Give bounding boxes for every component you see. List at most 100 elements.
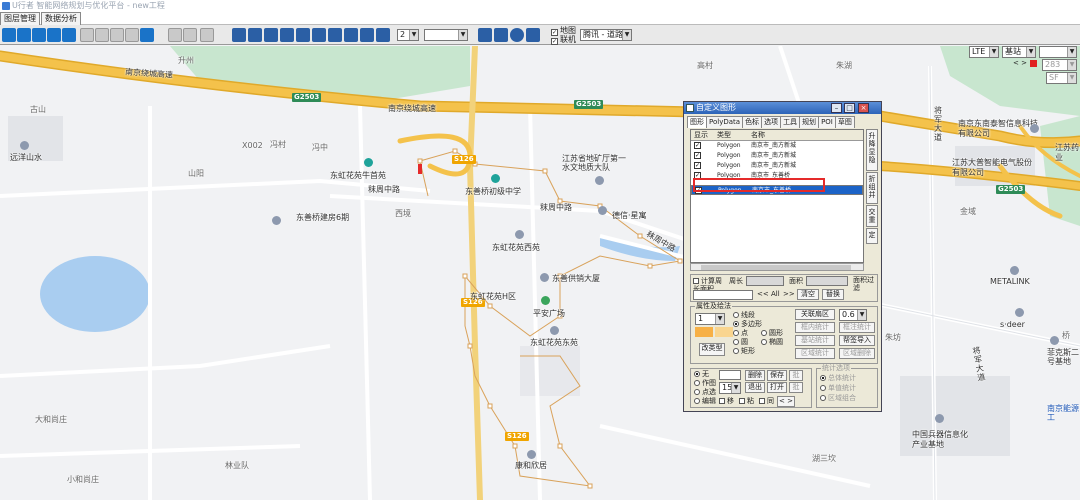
export-icon[interactable] [526, 28, 540, 42]
header-type[interactable]: 类型 [717, 130, 731, 140]
tab-options[interactable]: 选项 [761, 116, 782, 128]
radio-line[interactable]: 线段 [733, 311, 755, 320]
exit-button[interactable]: 退出 [745, 382, 765, 393]
zoom-out-icon[interactable] [344, 28, 358, 42]
cell-tool-icon[interactable] [47, 28, 61, 42]
area-field[interactable] [806, 276, 848, 286]
wifi-tool-icon[interactable] [17, 28, 31, 42]
intersect-button[interactable]: 交重 [866, 205, 878, 227]
locate-button[interactable]: 定 [866, 228, 878, 244]
close-icon[interactable]: × [858, 103, 869, 113]
map-canvas[interactable]: G2503 G2503 G2503 S126 S126 S126 南京绕城高速 … [0, 46, 1080, 500]
dialog-title-bar[interactable]: 自定义图形 – □ × [684, 102, 881, 114]
radio-rect[interactable]: 矩形 [733, 347, 755, 356]
measure-icon[interactable] [264, 28, 278, 42]
layers-icon[interactable] [183, 28, 197, 42]
map-icon[interactable] [296, 28, 310, 42]
link-sector-button[interactable]: 关联扇区 [795, 309, 835, 320]
zoom-window-icon[interactable] [312, 28, 326, 42]
info-icon[interactable] [510, 28, 524, 42]
tab-poi[interactable]: POI [818, 116, 836, 128]
map-source-select[interactable]: 腾讯 - 道路 ▼ [580, 29, 632, 41]
site-stat-button[interactable]: 基站统计 [795, 335, 835, 346]
tab-layer-manager[interactable]: 图层管理 [0, 12, 40, 25]
visibility-checkbox[interactable]: ✓ [694, 162, 701, 169]
shape-list-grid[interactable]: 显示 类型 名称 ✓ Polygon 南京市_南方新城 ✓ Polygon 南京… [690, 129, 864, 263]
change-type-button[interactable]: 改类型 [699, 343, 725, 356]
tab-color-scale[interactable]: 色标 [742, 116, 763, 128]
tab-polydata[interactable]: PolyData [706, 116, 744, 128]
move-left-arrows[interactable]: << [757, 290, 769, 299]
nav-arrows[interactable]: < > [1013, 59, 1027, 68]
radio-edit[interactable]: 编辑 [694, 397, 716, 406]
radio-ellipse[interactable]: 椭圆 [761, 338, 783, 347]
zoom-select[interactable]: 2 ▼ [397, 29, 419, 41]
same-checkbox[interactable]: 同 [759, 397, 774, 406]
blank-select[interactable]: ▼ [424, 29, 468, 41]
table-row[interactable]: ✓ Polygon 南京市_南方新城 [691, 141, 863, 151]
fill-color-swatch[interactable] [695, 327, 713, 337]
maximize-icon[interactable]: □ [844, 103, 855, 113]
split-merge-button[interactable]: 折组并 [866, 172, 878, 204]
clear-button[interactable]: 清空 [797, 289, 819, 300]
region-delete-button[interactable]: 区域删除 [839, 348, 875, 359]
sf-select[interactable]: SF ▼ [1046, 72, 1077, 84]
batch-button-2[interactable]: 批 [789, 382, 803, 393]
tab-data-analysis[interactable]: 数据分析 [41, 12, 81, 25]
frame-note-button[interactable]: 框注统计 [839, 322, 875, 333]
scroll-thumb[interactable] [701, 265, 851, 270]
header-name[interactable]: 名称 [751, 130, 765, 140]
line-color-swatch[interactable] [715, 327, 733, 337]
refresh-icon[interactable] [376, 28, 390, 42]
save-button[interactable]: 保存 [767, 370, 787, 381]
perimeter-field[interactable] [746, 276, 784, 286]
horizontal-scrollbar[interactable] [690, 263, 864, 271]
layer-select[interactable]: 基站 ▼ [1002, 46, 1036, 58]
tag-import-button[interactable]: 帮签导入 [839, 335, 875, 346]
delete-button[interactable]: 删除 [745, 370, 765, 381]
phone-tool-icon[interactable] [32, 28, 46, 42]
header-show[interactable]: 显示 [694, 130, 708, 140]
extra-select[interactable]: ▼ [1039, 46, 1077, 58]
table-row[interactable]: ✓ Polygon 南京市_南方新城 [691, 161, 863, 171]
zoom-extent-icon[interactable] [360, 28, 374, 42]
tab-shape[interactable]: 图形 [687, 116, 707, 128]
online-checkbox[interactable]: ✓ 联机 [551, 35, 576, 45]
select-arrow-icon[interactable] [232, 28, 246, 42]
radio-point[interactable]: 点 [733, 329, 748, 338]
color-swatch[interactable] [1030, 60, 1037, 67]
radio-overall-stat[interactable]: 总体统计 [820, 374, 856, 383]
poi-icon[interactable] [168, 28, 182, 42]
radio-pick[interactable]: 点选 [694, 388, 716, 397]
filter-input[interactable] [693, 290, 753, 300]
grid-icon[interactable] [95, 28, 109, 42]
open-button[interactable]: 打开 [767, 382, 787, 393]
move-right-arrows[interactable]: >> [783, 290, 795, 299]
radio-none[interactable]: 无 [694, 370, 709, 379]
radio-ellipse-small[interactable]: 圆形 [761, 329, 783, 338]
radio-polygon[interactable]: 多边形 [733, 320, 762, 329]
all-button[interactable]: All [771, 290, 780, 299]
visibility-checkbox[interactable]: ✓ [694, 152, 701, 159]
pan-icon[interactable] [248, 28, 262, 42]
value-select[interactable]: 283 ▼ [1042, 59, 1077, 71]
signal-tool-icon[interactable] [2, 28, 16, 42]
chart-icon[interactable] [110, 28, 124, 42]
table-row[interactable]: ✓ Polygon 南京市_南方新城 [691, 151, 863, 161]
building-tool-icon[interactable] [62, 28, 76, 42]
tab-sketch[interactable]: 草图 [834, 116, 855, 128]
order-visibility-button[interactable]: 升降显隐 [866, 129, 878, 171]
frame-stat-button[interactable]: 框内统计 [795, 322, 835, 333]
radio-draw[interactable]: 作图 [694, 379, 716, 388]
tab-planning[interactable]: 规划 [799, 116, 820, 128]
region-stat-button[interactable]: 区域统计 [795, 348, 835, 359]
link-value-select[interactable]: 0.6 ▼ [839, 309, 867, 321]
batch-button[interactable]: 批 [789, 370, 803, 381]
polygon-icon[interactable] [280, 28, 294, 42]
size-select[interactable]: 15 ▼ [719, 382, 741, 394]
radio-single-stat[interactable]: 单值统计 [820, 384, 856, 393]
paste-checkbox[interactable]: 粘 [739, 397, 754, 406]
settings-gear-icon[interactable] [494, 28, 508, 42]
tab-tools[interactable]: 工具 [780, 116, 801, 128]
pen-icon[interactable] [200, 28, 214, 42]
